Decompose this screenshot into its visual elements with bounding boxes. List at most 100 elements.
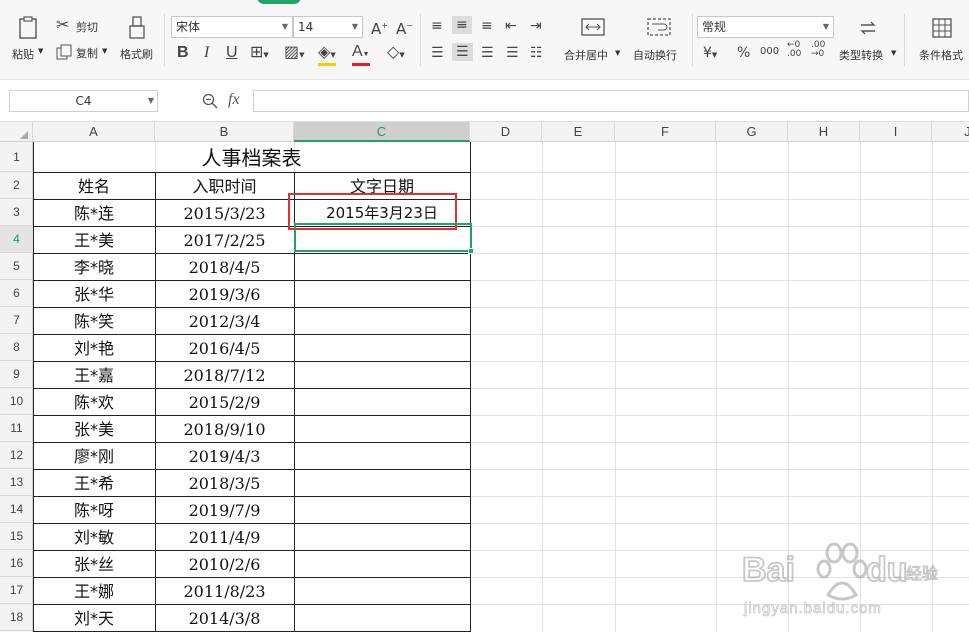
row-header[interactable]: 2 <box>0 172 33 199</box>
fx-icon[interactable]: fx <box>228 91 240 109</box>
name-cell[interactable]: 王*希 <box>33 469 155 496</box>
text-date-cell[interactable] <box>294 280 470 307</box>
font-color-icon[interactable]: A▼ <box>352 44 370 66</box>
hire-date-cell[interactable]: 2018/3/5 <box>155 469 294 496</box>
text-date-cell[interactable] <box>294 334 470 361</box>
column-header[interactable]: G <box>716 122 788 142</box>
row-header[interactable]: 18 <box>0 604 33 631</box>
text-date-cell[interactable] <box>294 307 470 334</box>
name-cell[interactable]: 王*美 <box>33 226 155 253</box>
hire-date-cell[interactable]: 2019/4/3 <box>155 442 294 469</box>
name-cell[interactable]: 张*美 <box>33 415 155 442</box>
row-header[interactable]: 13 <box>0 469 33 496</box>
merge-center-button[interactable]: 合并居中 ▼ <box>561 14 623 66</box>
header-hire-date[interactable]: 入职时间 <box>155 172 294 199</box>
hire-date-cell[interactable]: 2011/4/9 <box>155 523 294 550</box>
name-cell[interactable]: 刘*天 <box>33 604 155 631</box>
column-header[interactable]: H <box>788 122 860 142</box>
zoom-icon[interactable] <box>202 93 218 109</box>
column-header[interactable]: A <box>33 122 155 142</box>
type-convert-button[interactable]: 类型转换 ▼ <box>836 14 900 66</box>
paste-button[interactable]: 粘贴 ▼ <box>8 14 46 66</box>
text-date-cell[interactable] <box>294 577 470 604</box>
fill-pattern-icon[interactable]: ▨▼ <box>284 44 305 63</box>
border-icon[interactable]: ⊞▼ <box>250 44 269 63</box>
distributed-icon[interactable]: ☷ <box>530 45 543 61</box>
increase-indent-icon[interactable]: ⇥ <box>530 18 542 34</box>
align-left-icon[interactable]: ☰ <box>431 45 444 61</box>
row-header[interactable]: 8 <box>0 334 33 361</box>
copy-button[interactable]: 复制 ▼ <box>56 43 112 63</box>
row-header[interactable]: 6 <box>0 280 33 307</box>
number-format-select[interactable]: 常规 ▼ <box>697 16 834 38</box>
name-cell[interactable]: 廖*刚 <box>33 442 155 469</box>
name-cell[interactable]: 陈*欢 <box>33 388 155 415</box>
wrap-text-button[interactable]: 自动换行 <box>630 14 688 66</box>
row-header[interactable]: 9 <box>0 361 33 388</box>
active-cell-selection[interactable] <box>294 223 474 254</box>
hire-date-cell[interactable]: 2019/7/9 <box>155 496 294 523</box>
name-cell[interactable]: 陈*笑 <box>33 307 155 334</box>
font-name-select[interactable]: 宋体 ▼ <box>171 16 293 38</box>
text-date-cell[interactable] <box>294 361 470 388</box>
name-cell[interactable]: 王*娜 <box>33 577 155 604</box>
hire-date-cell[interactable]: 2018/7/12 <box>155 361 294 388</box>
hire-date-cell[interactable]: 2018/4/5 <box>155 253 294 280</box>
row-header[interactable]: 12 <box>0 442 33 469</box>
decrease-font-icon[interactable]: A− <box>396 18 413 37</box>
bold-icon[interactable]: B <box>177 45 189 61</box>
column-header[interactable]: F <box>615 122 716 142</box>
fill-color-icon[interactable]: ◈▼ <box>318 44 336 66</box>
row-header[interactable]: 15 <box>0 523 33 550</box>
hire-date-cell[interactable]: 2010/2/6 <box>155 550 294 577</box>
formula-input[interactable] <box>253 90 969 112</box>
hire-date-cell[interactable]: 2015/2/9 <box>155 388 294 415</box>
fill-handle[interactable] <box>468 248 474 254</box>
text-date-cell[interactable] <box>294 253 470 280</box>
hire-date-cell[interactable]: 2015/3/23 <box>155 199 294 226</box>
hire-date-cell[interactable]: 2018/9/10 <box>155 415 294 442</box>
italic-icon[interactable]: I <box>204 45 209 61</box>
text-date-cell[interactable] <box>294 496 470 523</box>
percent-icon[interactable]: % <box>737 45 750 61</box>
row-header[interactable]: 5 <box>0 253 33 280</box>
hire-date-cell[interactable]: 2017/2/25 <box>155 226 294 253</box>
row-header[interactable]: 7 <box>0 307 33 334</box>
thousands-icon[interactable]: 000 <box>760 44 779 60</box>
name-cell[interactable]: 陈*呀 <box>33 496 155 523</box>
increase-font-icon[interactable]: A+ <box>371 18 388 37</box>
name-cell[interactable]: 张*华 <box>33 280 155 307</box>
cut-button[interactable]: ✂ 剪切 <box>56 17 106 37</box>
name-cell[interactable]: 李*晓 <box>33 253 155 280</box>
text-date-cell[interactable] <box>294 388 470 415</box>
text-date-cell[interactable] <box>294 469 470 496</box>
name-cell[interactable]: 陈*连 <box>33 199 155 226</box>
font-size-select[interactable]: 14 ▼ <box>293 16 363 38</box>
column-header[interactable]: J <box>932 122 969 142</box>
column-header[interactable]: I <box>860 122 932 142</box>
increase-decimal-icon[interactable]: ←0.00 <box>787 41 801 59</box>
row-header[interactable]: 11 <box>0 415 33 442</box>
text-date-cell[interactable] <box>294 523 470 550</box>
select-all-corner[interactable] <box>0 122 33 142</box>
hire-date-cell[interactable]: 2014/3/8 <box>155 604 294 631</box>
conditional-format-button[interactable]: 条件格式 <box>912 14 969 66</box>
align-bottom-icon[interactable]: ≡ <box>481 18 493 34</box>
column-header[interactable]: E <box>542 122 615 142</box>
name-cell[interactable]: 刘*艳 <box>33 334 155 361</box>
align-center-icon[interactable]: ☰ <box>452 43 473 61</box>
row-header[interactable]: 3 <box>0 199 33 226</box>
text-date-cell[interactable] <box>294 550 470 577</box>
column-header[interactable]: C <box>294 122 470 142</box>
underline-icon[interactable]: U <box>226 45 238 61</box>
name-cell[interactable]: 张*丝 <box>33 550 155 577</box>
align-middle-icon[interactable]: ≡ <box>452 16 472 34</box>
text-date-cell[interactable] <box>294 604 470 631</box>
eraser-icon[interactable]: ◇▼ <box>387 44 405 63</box>
sheet-title[interactable]: 人事档案表 <box>33 142 470 172</box>
align-top-icon[interactable]: ≡ <box>431 18 443 34</box>
name-cell[interactable]: 刘*敏 <box>33 523 155 550</box>
column-header[interactable]: D <box>470 122 542 142</box>
name-cell[interactable]: 王*嘉 <box>33 361 155 388</box>
name-box[interactable]: C4 ▼ <box>9 90 158 112</box>
